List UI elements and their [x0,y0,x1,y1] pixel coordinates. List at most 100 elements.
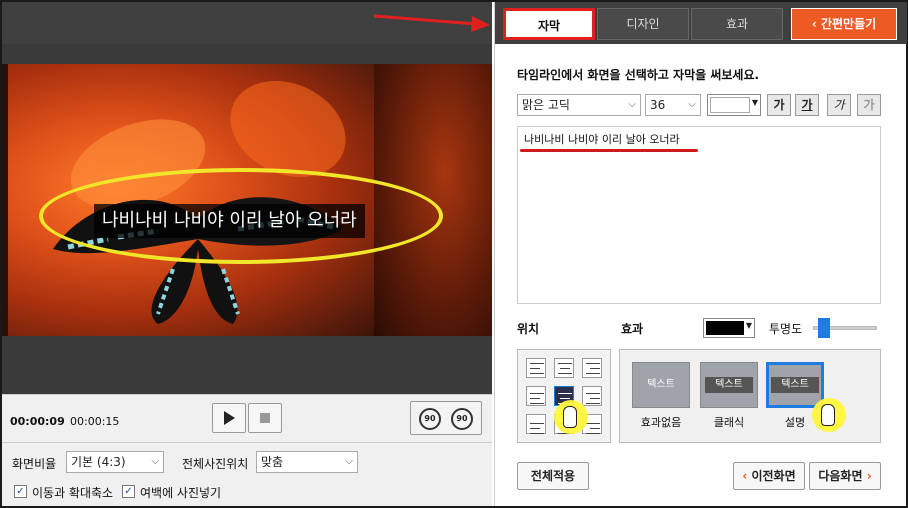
text-color-picker[interactable]: ▼ [707,94,761,116]
opacity-slider-handle[interactable] [818,318,830,338]
right-panel: 자막 디자인 효과 ‹ 간편만들기 타임라인에서 화면을 선택하고 자막을 써보… [494,2,907,506]
stop-button[interactable] [248,403,282,433]
italic-button[interactable]: 가 [827,94,851,116]
previous-screen-label: 이전화면 [751,469,796,483]
align-line [586,393,600,394]
chevron-down-icon: ⌵ [151,456,159,467]
instruction-text: 타임라인에서 화면을 선택하고 자막을 써보세요. [517,68,760,82]
effect-classic[interactable]: 텍스트 [700,362,758,408]
effect-color-swatch [706,321,744,335]
chevron-down-icon: ⌵ [628,99,636,110]
subtitle-textarea[interactable]: 나비나비 나비야 이리 날아 오너라 [517,126,881,304]
photo-position-value: 맞춤 [261,455,284,469]
rotate-right-icon[interactable]: 90 [451,408,473,430]
align-line [530,423,544,424]
align-line [530,368,540,369]
highlight-ellipse [39,168,443,264]
tab-subtitle[interactable]: 자막 [503,8,595,40]
effect-color-picker[interactable]: ▼ [703,318,755,338]
effect-label: 효과 [621,322,644,336]
quick-make-label: 간편만들기 [820,17,877,31]
align-line [530,398,540,399]
chevron-down-icon: ⌵ [345,456,353,467]
rotate-group: 90 90 [410,401,482,435]
left-panel: 나비나비 나비야 이리 날아 오너라 00:00:09 00:00:15 90 … [2,2,492,506]
quick-make-button[interactable]: ‹ 간편만들기 [791,8,897,40]
margin-photo-checkbox[interactable]: ✓ [122,485,135,498]
stop-icon [260,413,270,423]
align-line [558,373,572,374]
play-button[interactable] [212,403,246,433]
size-select[interactable]: 36 ⌵ [645,94,701,116]
align-line [530,428,540,429]
margin-photo-label: 여백에 사진넣기 [140,486,222,500]
aspect-value: 기본 (4:3) [71,455,126,469]
position-cell-top-center[interactable] [554,358,574,378]
position-label: 위치 [517,322,540,336]
effect-caption-preview: 텍스트 [771,377,819,393]
current-time: 00:00:09 [10,415,65,428]
pan-zoom-label: 이동과 확대축소 [32,486,114,500]
align-line [586,373,600,374]
chevron-right-icon: › [862,469,872,483]
pan-zoom-checkbox[interactable]: ✓ [14,485,27,498]
align-line [558,393,572,394]
next-screen-button[interactable]: 다음화면 › [809,462,881,490]
opacity-label: 투명도 [769,322,803,336]
effect-none-preview: 텍스트 [647,379,675,390]
align-line [560,398,570,399]
align-line [586,433,600,434]
hand-cursor-icon [554,400,588,434]
chevron-down-icon: ▼ [751,98,758,107]
apply-all-button[interactable]: 전체적용 [517,462,589,490]
photo-position-label: 전체사진위치 [182,457,249,471]
red-arrow-icon [373,14,490,32]
shadow-button[interactable]: 가 [857,94,881,116]
underline-button[interactable]: 가 [795,94,819,116]
font-select[interactable]: 맑은 고딕 ⌵ [517,94,641,116]
preview-frame: 나비나비 나비야 이리 날아 오너라 [2,62,492,336]
photo-options: 화면비율 기본 (4:3) ⌵ 전체사진위치 맞춤 ⌵ ✓ 이동과 확대축소 ✓ 여… [2,442,492,506]
effect-none[interactable]: 텍스트 [632,362,690,408]
align-line [590,398,600,399]
align-line [530,393,544,394]
effect-classic-preview: 텍스트 [705,377,753,393]
align-line [586,363,600,364]
effect-none-label: 효과없음 [640,416,682,429]
align-line [530,363,544,364]
play-icon [224,411,235,425]
position-cell-top-left[interactable] [526,358,546,378]
size-value: 36 [650,98,666,112]
preview-area: 나비나비 나비야 이리 날아 오너라 [2,44,492,394]
chevron-down-icon: ▼ [745,321,752,330]
bold-button[interactable]: 가 [767,94,791,116]
position-cell-middle-left[interactable] [526,386,546,406]
hand-cursor-icon [812,398,846,432]
photo-position-select[interactable]: 맞춤 ⌵ [256,451,358,473]
align-line [590,428,600,429]
subtitle-text: 나비나비 나비야 이리 날아 오너라 [524,133,680,146]
tab-effect[interactable]: 효과 [691,8,783,40]
align-line [558,363,572,364]
tab-design[interactable]: 디자인 [597,8,689,40]
align-line [586,403,600,404]
aspect-select[interactable]: 기본 (4:3) ⌵ [66,451,164,473]
font-value: 맑은 고딕 [522,98,570,112]
align-line [530,373,544,374]
hand-shape [563,406,577,428]
align-line [530,403,544,404]
position-cell-top-right[interactable] [582,358,602,378]
aspect-label: 화면비율 [12,457,57,471]
effect-caption[interactable]: 텍스트 [766,362,824,408]
text-color-swatch [710,97,750,113]
rotate-left-icon[interactable]: 90 [419,408,441,430]
total-time: 00:00:15 [70,415,120,428]
red-underline [520,149,698,152]
position-cell-middle-right[interactable] [582,386,602,406]
align-line [530,433,544,434]
align-line [586,423,600,424]
effect-classic-label: 클래식 [713,416,745,429]
position-cell-bottom-left[interactable] [526,414,546,434]
previous-screen-button[interactable]: ‹ 이전화면 [733,462,805,490]
chevron-left-icon: ‹ [811,17,821,31]
